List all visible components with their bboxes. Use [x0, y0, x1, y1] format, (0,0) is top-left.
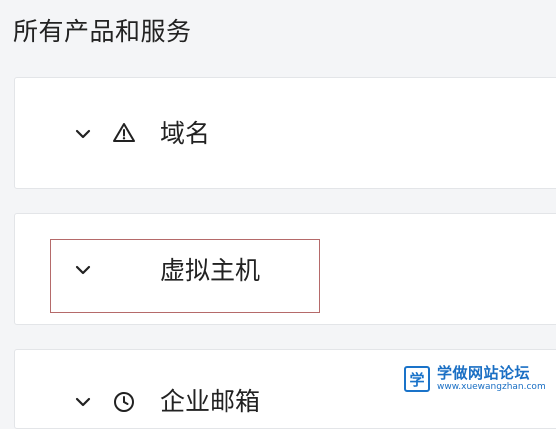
- product-card-domain[interactable]: 域名: [14, 77, 556, 189]
- product-label-domain: 域名: [160, 119, 211, 148]
- product-label-enterprise-mail: 企业邮箱: [160, 387, 261, 416]
- chevron-down-icon[interactable]: [73, 260, 93, 280]
- watermark-url: www.xuewangzhan.com: [437, 382, 546, 392]
- product-card-virtual-host[interactable]: 虚拟主机: [14, 213, 556, 325]
- watermark-logo-icon: 学: [404, 366, 430, 392]
- watermark-logo-glyph: 学: [409, 371, 424, 389]
- page-title: 所有产品和服务: [13, 17, 192, 46]
- watermark: 学 学做网站论坛 www.xuewangzhan.com: [398, 358, 556, 400]
- watermark-name: 学做网站论坛: [437, 364, 531, 382]
- clock-icon: [112, 390, 136, 414]
- warning-icon: [112, 121, 136, 145]
- product-label-virtual-host: 虚拟主机: [160, 256, 261, 285]
- chevron-down-icon[interactable]: [73, 124, 93, 144]
- chevron-down-icon[interactable]: [73, 392, 93, 412]
